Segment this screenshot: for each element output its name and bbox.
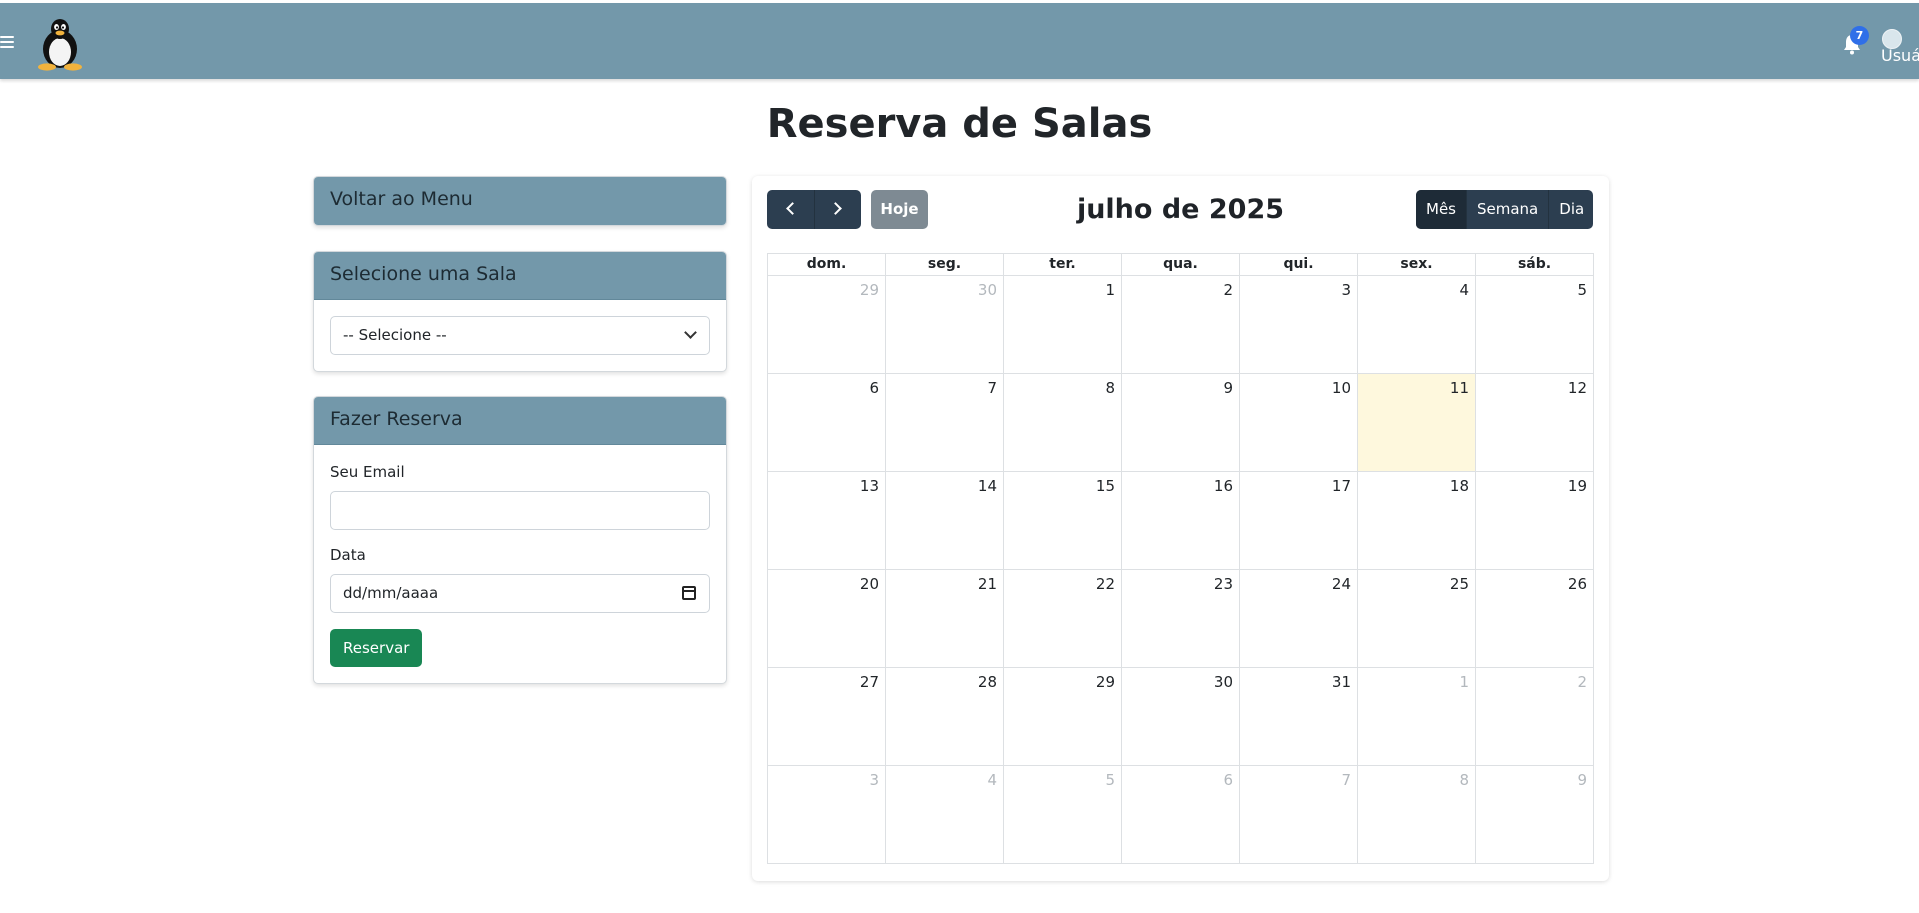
calendar-day[interactable]: 8 <box>1004 374 1122 472</box>
calendar-day[interactable]: 29 <box>768 276 886 374</box>
date-label: Data <box>330 546 366 564</box>
prev-month-button[interactable] <box>767 190 814 229</box>
calendar-week-row: 27 28 29 30 31 1 2 <box>768 668 1594 766</box>
back-to-menu-link[interactable]: Voltar ao Menu <box>314 177 726 225</box>
chevron-left-icon <box>786 202 799 215</box>
calendar-nav-group <box>767 190 861 229</box>
calendar-title: julho de 2025 <box>1076 194 1285 225</box>
calendar-week-row: 29 30 1 2 3 4 5 <box>768 276 1594 374</box>
calendar-day-today[interactable]: 11 <box>1358 374 1476 472</box>
back-to-menu-card[interactable]: Voltar ao Menu <box>313 176 727 226</box>
calendar-day[interactable]: 31 <box>1240 668 1358 766</box>
date-field[interactable]: dd/mm/aaaa <box>330 574 710 613</box>
user-avatar[interactable]: Usuário <box>1880 25 1919 67</box>
date-placeholder: dd/mm/aaaa <box>343 584 439 602</box>
calendar-day[interactable]: 3 <box>768 766 886 864</box>
room-select-title: Selecione uma Sala <box>314 252 726 300</box>
calendar-day[interactable]: 19 <box>1476 472 1594 570</box>
calendar-day[interactable]: 7 <box>1240 766 1358 864</box>
calendar-day[interactable]: 22 <box>1004 570 1122 668</box>
calendar-day[interactable]: 6 <box>768 374 886 472</box>
calendar-day[interactable]: 4 <box>1358 276 1476 374</box>
next-month-button[interactable] <box>813 190 862 229</box>
calendar-day[interactable]: 4 <box>886 766 1004 864</box>
calendar-day[interactable]: 12 <box>1476 374 1594 472</box>
calendar-day[interactable]: 24 <box>1240 570 1358 668</box>
calendar-day[interactable]: 5 <box>1004 766 1122 864</box>
calendar-day[interactable]: 29 <box>1004 668 1122 766</box>
reserve-button[interactable]: Reservar <box>330 629 423 667</box>
calendar-day[interactable]: 16 <box>1122 472 1240 570</box>
chevron-right-icon <box>828 202 842 215</box>
calendar-day[interactable]: 15 <box>1004 472 1122 570</box>
calendar-week-row: 13 14 15 16 17 18 19 <box>768 472 1594 570</box>
calendar-day[interactable]: 8 <box>1358 766 1476 864</box>
calendar-day[interactable]: 21 <box>886 570 1004 668</box>
calendar-day[interactable]: 2 <box>1122 276 1240 374</box>
weekday-header: sáb. <box>1476 254 1594 276</box>
calendar-day[interactable]: 28 <box>886 668 1004 766</box>
calendar-week-row: 20 21 22 23 24 25 26 <box>768 570 1594 668</box>
view-week-button[interactable]: Semana <box>1466 190 1548 229</box>
calendar-day[interactable]: 25 <box>1358 570 1476 668</box>
calendar-day[interactable]: 14 <box>886 472 1004 570</box>
weekday-header: ter. <box>1004 254 1122 276</box>
chevron-down-icon <box>684 326 697 339</box>
user-label: Usuário <box>1881 46 1919 65</box>
room-select-card: Selecione uma Sala -- Selecione -- <box>313 251 727 372</box>
today-button[interactable]: Hoje <box>871 190 928 229</box>
calendar-day[interactable]: 1 <box>1358 668 1476 766</box>
view-day-button[interactable]: Dia <box>1548 190 1593 229</box>
calendar-day[interactable]: 30 <box>886 276 1004 374</box>
hamburger-menu-icon[interactable] <box>0 36 14 51</box>
notification-count-badge[interactable]: 7 <box>1850 26 1869 45</box>
calendar-day[interactable]: 20 <box>768 570 886 668</box>
calendar-day[interactable]: 5 <box>1476 276 1594 374</box>
reservation-title: Fazer Reserva <box>314 397 726 445</box>
calendar-day[interactable]: 9 <box>1122 374 1240 472</box>
weekday-header: dom. <box>768 254 886 276</box>
calendar-card: Hoje julho de 2025 Mês Semana Dia dom. se… <box>752 176 1609 881</box>
calendar-day[interactable]: 17 <box>1240 472 1358 570</box>
calendar-grid: dom. seg. ter. qua. qui. sex. sáb. 29 30 1 2 3 4 5 6 7 8… <box>767 253 1594 864</box>
reservation-card: Fazer Reserva Seu Email Data dd/mm/aaaa … <box>313 396 727 684</box>
weekday-header: seg. <box>886 254 1004 276</box>
weekday-header: qua. <box>1122 254 1240 276</box>
calendar-day[interactable]: 13 <box>768 472 886 570</box>
calendar-day[interactable]: 10 <box>1240 374 1358 472</box>
calendar-day[interactable]: 23 <box>1122 570 1240 668</box>
room-select-value: -- Selecione -- <box>343 326 447 344</box>
weekday-header-row: dom. seg. ter. qua. qui. sex. sáb. <box>768 254 1594 276</box>
calendar-day[interactable]: 2 <box>1476 668 1594 766</box>
email-field[interactable] <box>330 491 710 530</box>
page-title: Reserva de Salas <box>766 101 1153 147</box>
calendar-day[interactable]: 18 <box>1358 472 1476 570</box>
calendar-week-row: 3456789 <box>768 766 1594 864</box>
view-switcher: Mês Semana Dia <box>1416 190 1593 229</box>
calendar-day[interactable]: 1 <box>1004 276 1122 374</box>
top-navbar: 7 Usuário <box>0 3 1919 79</box>
calendar-icon[interactable] <box>682 586 696 600</box>
view-month-button[interactable]: Mês <box>1416 190 1466 229</box>
weekday-header: qui. <box>1240 254 1358 276</box>
linux-penguin-logo[interactable] <box>34 17 86 71</box>
calendar-day[interactable]: 6 <box>1122 766 1240 864</box>
calendar-week-row: 6 7 8 9 10 11 12 <box>768 374 1594 472</box>
calendar-day[interactable]: 26 <box>1476 570 1594 668</box>
calendar-day[interactable]: 9 <box>1476 766 1594 864</box>
calendar-day[interactable]: 7 <box>886 374 1004 472</box>
room-select[interactable]: -- Selecione -- <box>330 316 710 355</box>
calendar-day[interactable]: 30 <box>1122 668 1240 766</box>
weekday-header: sex. <box>1358 254 1476 276</box>
calendar-day[interactable]: 27 <box>768 668 886 766</box>
email-label: Seu Email <box>330 463 405 481</box>
calendar-day[interactable]: 3 <box>1240 276 1358 374</box>
